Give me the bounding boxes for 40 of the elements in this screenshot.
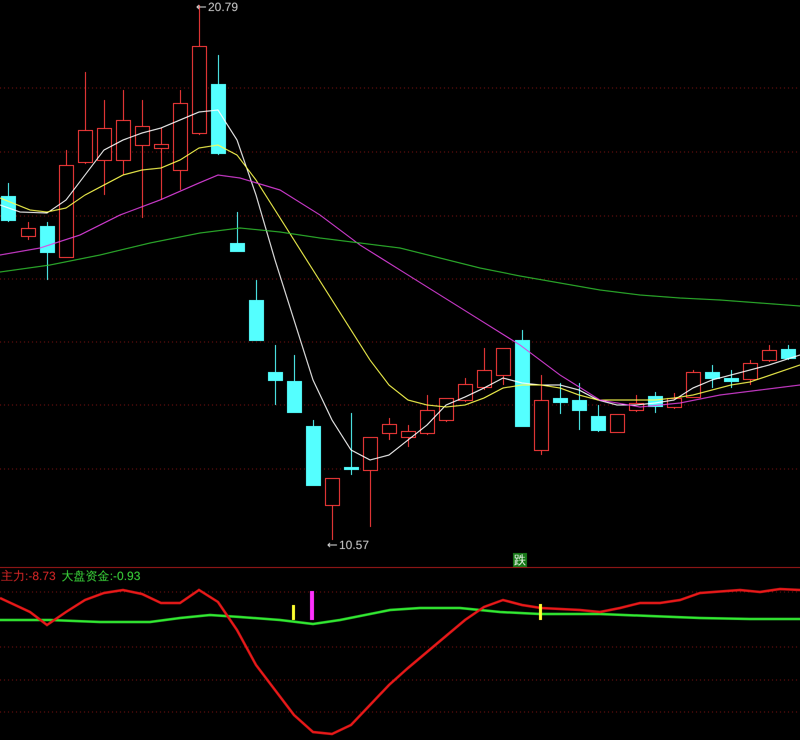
candlestick [705,364,720,388]
candlestick [762,344,777,362]
candlestick [458,378,473,402]
candlestick [610,414,625,433]
candlestick [743,360,758,386]
signal-bar [539,604,542,620]
candlestick [724,370,739,388]
candlestick [420,394,435,436]
candlestick [230,212,245,252]
candlestick [268,344,283,406]
arrow-icon [196,4,206,10]
candlestick [591,404,606,432]
candlestick [629,394,644,412]
candlestick [553,382,568,414]
candlestick [40,222,55,280]
signal-bar [292,605,295,620]
indicator-value: 大盘资金:-0.93 [62,569,140,583]
candlestick [325,478,340,540]
candlestick [1,182,16,222]
candlestick [382,418,397,440]
signal-badge: 跌 [513,553,527,567]
indicator-value: 主力:-8.73 [1,569,56,583]
low-price-label: 10.57 [339,538,370,552]
candlestick [648,392,663,414]
candlestick [306,420,321,486]
candlestick [344,412,359,476]
high-price-label: 20.79 [208,0,238,14]
candlestick [287,354,302,414]
candlestick [439,398,454,422]
candlestick [781,344,796,360]
candlestick [249,280,264,341]
candlestick [667,392,682,410]
candlestick [477,348,492,390]
candlestick [572,382,587,430]
signal-bar [310,591,314,620]
candlestick [496,348,511,386]
arrow-icon [327,542,337,548]
candlestick [401,424,416,448]
candlestick [21,222,36,240]
candlestick [686,370,701,398]
